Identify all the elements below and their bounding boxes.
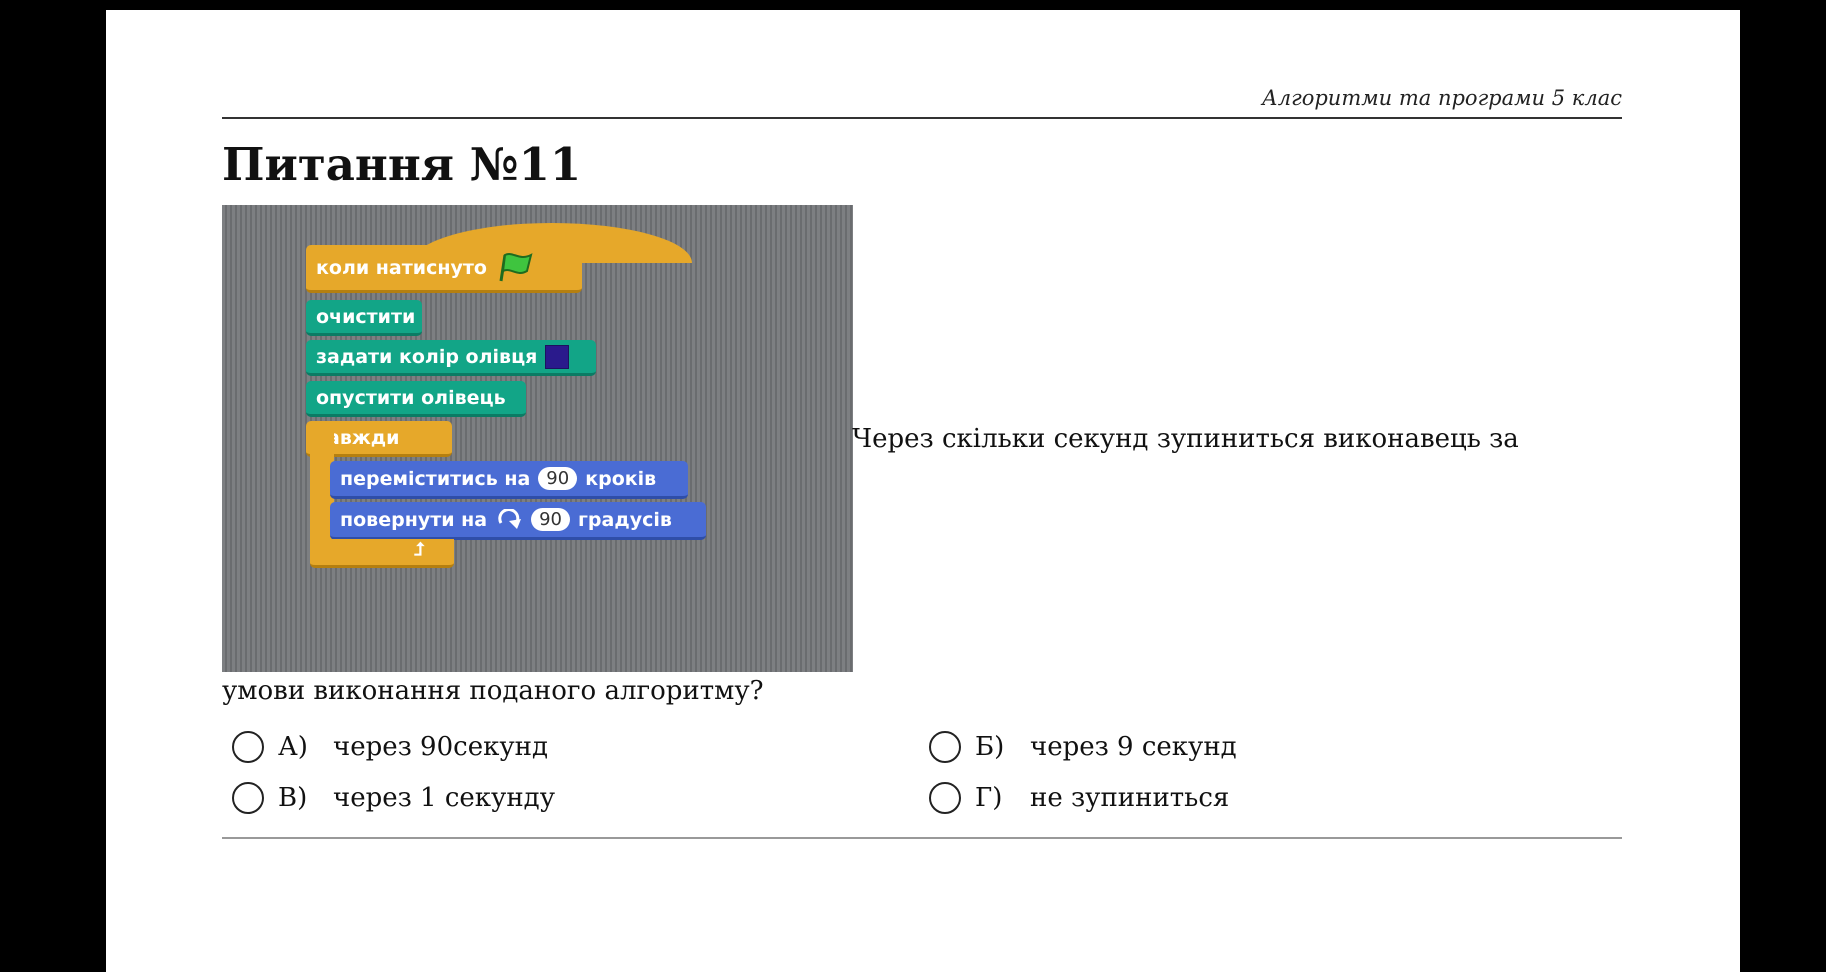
option-letter: В) xyxy=(278,783,308,813)
move-label: переміститись на xyxy=(340,467,531,490)
rotate-clockwise-icon xyxy=(498,508,522,529)
scratch-script-image: коли натиснуто очистити задати колір олі… xyxy=(222,205,853,672)
document-page: Алгоритми та програми 5 клас Питання №11… xyxy=(106,10,1740,972)
option-text: через 90секунд xyxy=(333,732,548,762)
move-unit: кроків xyxy=(585,467,657,490)
turn-unit: градусів xyxy=(578,508,672,531)
option-b[interactable]: Б) через 9 секунд xyxy=(929,731,1237,763)
option-letter: Б) xyxy=(975,732,1005,762)
when-flag-label: коли натиснуто xyxy=(316,256,487,279)
turn-degrees-input: 90 xyxy=(531,508,570,531)
pen-down-label: опустити олівець xyxy=(316,386,506,409)
option-text: через 9 секунд xyxy=(1030,732,1237,762)
question-title: Питання №11 xyxy=(222,138,582,191)
pen-down-block: опустити олівець xyxy=(306,381,526,417)
move-steps-input: 90 xyxy=(538,467,578,490)
option-letter: А) xyxy=(278,732,308,762)
set-pen-color-label: задати колір олівця xyxy=(316,345,538,368)
set-pen-color-block: задати колір олівця xyxy=(306,340,596,376)
radio-button[interactable] xyxy=(232,731,264,763)
header-divider xyxy=(222,117,1622,119)
pen-color-swatch xyxy=(545,344,570,369)
loop-arrow-icon: ⮥ xyxy=(414,539,425,560)
forever-block-foot xyxy=(310,539,454,568)
move-block: переміститись на 90 кроків xyxy=(330,461,688,499)
radio-button[interactable] xyxy=(929,731,961,763)
turn-label: повернути на xyxy=(340,508,488,531)
option-letter: Г) xyxy=(975,783,1003,813)
radio-button[interactable] xyxy=(929,782,961,814)
option-c[interactable]: В) через 1 секунду xyxy=(232,782,555,814)
clear-block: очистити xyxy=(306,300,422,336)
option-text: не зупиниться xyxy=(1030,783,1230,813)
clear-label: очистити xyxy=(316,305,416,328)
option-text: через 1 секунду xyxy=(333,783,555,813)
turn-block: повернути на 90 градусів xyxy=(330,502,706,540)
when-flag-block: коли натиснуто xyxy=(306,245,582,293)
option-d[interactable]: Г) не зупиниться xyxy=(929,782,1229,814)
question-text-part2: умови виконання поданого алгоритму? xyxy=(222,676,764,706)
radio-button[interactable] xyxy=(232,782,264,814)
page-header: Алгоритми та програми 5 клас xyxy=(1261,86,1622,110)
option-a[interactable]: А) через 90секунд xyxy=(232,731,548,763)
green-flag-icon xyxy=(499,252,533,281)
question-text-part1: Через скільки секунд зупиниться виконаве… xyxy=(852,424,1519,454)
bottom-divider xyxy=(222,837,1622,839)
